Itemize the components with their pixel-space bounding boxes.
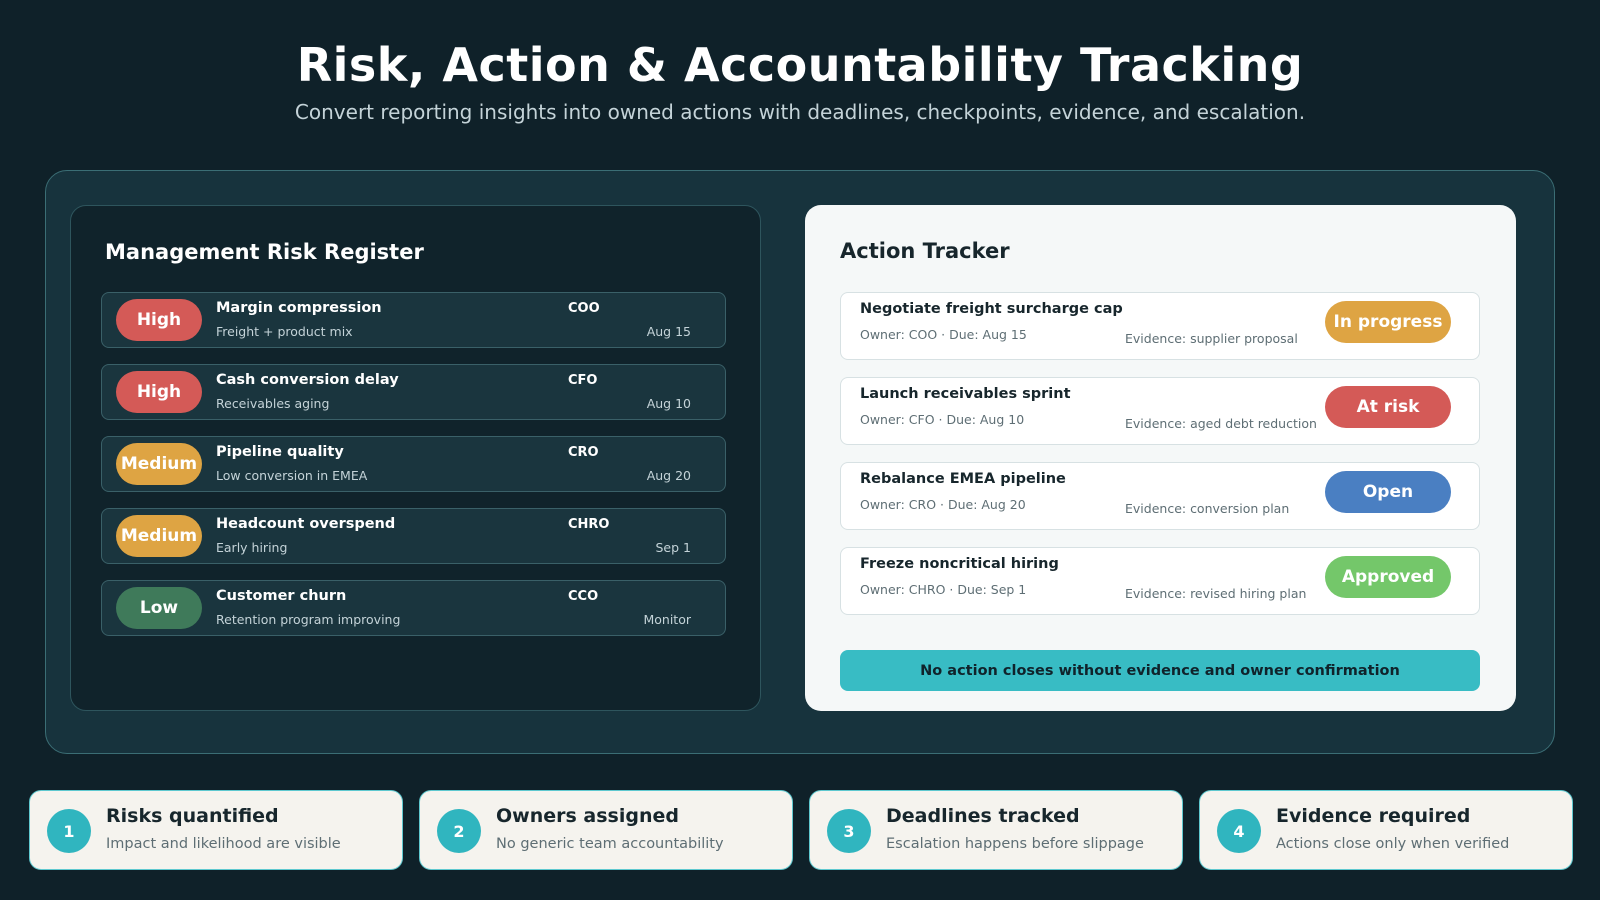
risk-name: Margin compression	[216, 300, 382, 316]
severity-badge: High	[116, 371, 202, 413]
action-owner-due: Owner: CRO · Due: Aug 20	[860, 497, 1026, 512]
principle-card: 4 Evidence required Actions close only w…	[1199, 790, 1573, 870]
step-number: 1	[47, 809, 91, 853]
action-evidence: Evidence: supplier proposal	[1125, 331, 1298, 346]
action-owner-due: Owner: CHRO · Due: Sep 1	[860, 582, 1027, 597]
card-description: Actions close only when verified	[1276, 836, 1510, 852]
card-description: No generic team accountability	[496, 836, 724, 852]
action-name: Freeze noncritical hiring	[860, 556, 1059, 572]
risk-due-date: Monitor	[643, 612, 691, 627]
step-number: 2	[437, 809, 481, 853]
card-title: Owners assigned	[496, 805, 679, 827]
page-title: Risk, Action & Accountability Tracking	[296, 38, 1304, 92]
status-badge[interactable]: At risk	[1325, 386, 1451, 428]
action-owner-due: Owner: COO · Due: Aug 15	[860, 327, 1027, 342]
risk-name: Cash conversion delay	[216, 372, 399, 388]
action-evidence: Evidence: conversion plan	[1125, 501, 1290, 516]
risk-name: Customer churn	[216, 588, 347, 604]
action-row[interactable]: Rebalance EMEA pipeline Owner: CRO · Due…	[840, 462, 1480, 530]
severity-badge: Medium	[116, 515, 202, 557]
risk-due-date: Aug 20	[646, 468, 691, 483]
risk-description: Early hiring	[216, 540, 288, 555]
risk-row[interactable]: Low Customer churn Retention program imp…	[101, 580, 726, 636]
risk-name: Pipeline quality	[216, 444, 344, 460]
card-title: Evidence required	[1276, 805, 1471, 827]
risk-description: Receivables aging	[216, 396, 330, 411]
risk-row[interactable]: Medium Pipeline quality Low conversion i…	[101, 436, 726, 492]
risk-due-date: Sep 1	[655, 540, 692, 555]
risk-due-date: Aug 10	[646, 396, 691, 411]
action-name: Rebalance EMEA pipeline	[860, 471, 1066, 487]
risk-owner: CRO	[568, 445, 599, 460]
action-tracker-title: Action Tracker	[840, 239, 1010, 263]
risk-description: Low conversion in EMEA	[216, 468, 368, 483]
evidence-banner: No action closes without evidence and ow…	[840, 650, 1480, 691]
risk-owner: COO	[568, 301, 600, 316]
status-badge[interactable]: Approved	[1325, 556, 1451, 598]
risk-row[interactable]: High Margin compression Freight + produc…	[101, 292, 726, 348]
card-description: Escalation happens before slippage	[886, 836, 1144, 852]
risk-register-title: Management Risk Register	[105, 240, 424, 264]
step-number: 4	[1217, 809, 1261, 853]
action-row[interactable]: Freeze noncritical hiring Owner: CHRO · …	[840, 547, 1480, 615]
risk-owner: CHRO	[568, 517, 610, 532]
action-row[interactable]: Launch receivables sprint Owner: CFO · D…	[840, 377, 1480, 445]
risk-name: Headcount overspend	[216, 516, 396, 532]
severity-badge: Medium	[116, 443, 202, 485]
risk-owner: CCO	[568, 589, 599, 604]
action-tracker-panel: Action Tracker Negotiate freight surchar…	[805, 205, 1516, 711]
action-evidence: Evidence: revised hiring plan	[1125, 586, 1307, 601]
severity-badge: High	[116, 299, 202, 341]
action-name: Negotiate freight surcharge cap	[860, 301, 1123, 317]
action-evidence: Evidence: aged debt reduction	[1125, 416, 1317, 431]
step-number: 3	[827, 809, 871, 853]
action-owner-due: Owner: CFO · Due: Aug 10	[860, 412, 1025, 427]
principle-card: 3 Deadlines tracked Escalation happens b…	[809, 790, 1183, 870]
risk-row[interactable]: High Cash conversion delay Receivables a…	[101, 364, 726, 420]
risk-description: Retention program improving	[216, 612, 401, 627]
action-name: Launch receivables sprint	[860, 386, 1071, 402]
risk-due-date: Aug 15	[646, 324, 691, 339]
risk-row[interactable]: Medium Headcount overspend Early hiring …	[101, 508, 726, 564]
card-title: Risks quantified	[106, 805, 279, 827]
principle-card: 1 Risks quantified Impact and likelihood…	[29, 790, 403, 870]
action-row[interactable]: Negotiate freight surcharge cap Owner: C…	[840, 292, 1480, 360]
page-subtitle: Convert reporting insights into owned ac…	[294, 100, 1306, 124]
risk-owner: CFO	[568, 373, 598, 388]
card-description: Impact and likelihood are visible	[106, 836, 341, 852]
card-title: Deadlines tracked	[886, 805, 1080, 827]
risk-description: Freight + product mix	[216, 324, 353, 339]
principle-card: 2 Owners assigned No generic team accoun…	[419, 790, 793, 870]
risk-register-panel: Management Risk Register High Margin com…	[70, 205, 761, 711]
severity-badge: Low	[116, 587, 202, 629]
status-badge[interactable]: In progress	[1325, 301, 1451, 343]
status-badge[interactable]: Open	[1325, 471, 1451, 513]
